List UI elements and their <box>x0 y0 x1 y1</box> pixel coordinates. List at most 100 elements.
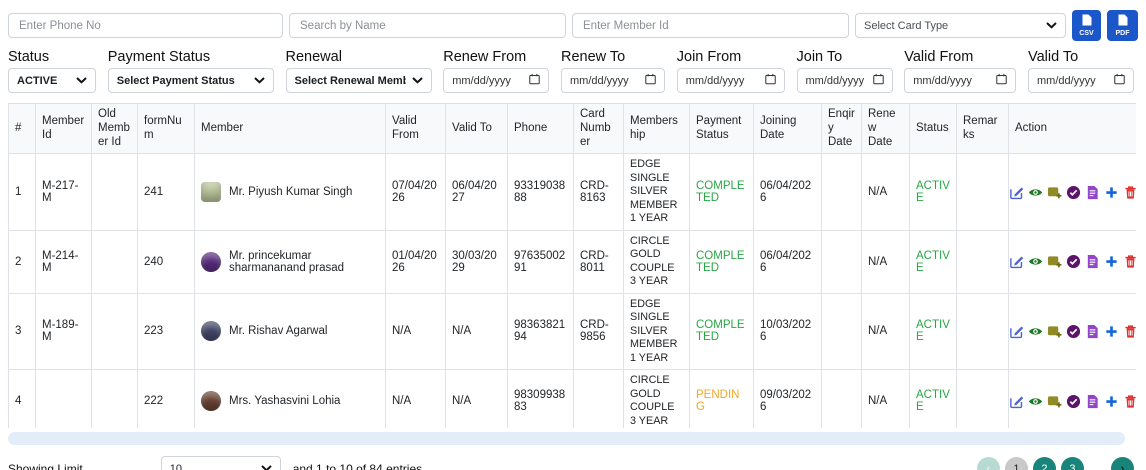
csv-export-button[interactable]: CSV <box>1072 10 1101 41</box>
row-number: 3 <box>9 293 36 369</box>
verified-icon[interactable] <box>1066 185 1081 200</box>
view-icon[interactable] <box>1028 254 1043 269</box>
name-search-input[interactable] <box>289 13 566 38</box>
old-member-id-cell <box>92 154 138 230</box>
valid-to-date-input[interactable]: mm/dd/yyyy <box>1028 68 1134 93</box>
payment-status-select[interactable]: Select Payment Status <box>108 68 274 93</box>
edit-icon[interactable] <box>1009 254 1024 269</box>
column-header: MemberId <box>36 104 92 154</box>
edit-icon[interactable] <box>1009 185 1024 200</box>
pdf-export-button[interactable]: PDF <box>1107 10 1138 41</box>
card-type-select[interactable]: Select Card Type <box>855 13 1066 38</box>
join-from-date-input[interactable]: mm/dd/yyyy <box>677 68 785 93</box>
entries-summary: and 1 to 10 of 84 entries <box>293 462 422 470</box>
payment-status-cell: PENDING <box>690 370 754 428</box>
card-add-icon[interactable] <box>1047 185 1062 200</box>
view-icon[interactable] <box>1028 185 1043 200</box>
pagination-page-1[interactable]: 1 <box>1005 457 1028 470</box>
card-add-icon[interactable] <box>1047 254 1062 269</box>
chevron-down-icon <box>248 75 265 87</box>
card-add-icon[interactable] <box>1047 394 1062 409</box>
pagination-next[interactable]: › <box>1111 457 1134 470</box>
enqiry-date-cell <box>822 293 862 369</box>
delete-icon[interactable] <box>1123 394 1136 409</box>
status-cell: ACTIVE <box>910 154 957 230</box>
verified-icon[interactable] <box>1066 394 1081 409</box>
renew-date-cell: N/A <box>862 370 910 428</box>
join-to-date-input[interactable]: mm/dd/yyyy <box>797 68 893 93</box>
column-header: Renew Date <box>862 104 910 154</box>
renewal-select[interactable]: Select Renewal Members <box>286 68 432 93</box>
status-cell: ACTIVE <box>910 230 957 293</box>
verified-icon[interactable] <box>1066 324 1081 339</box>
status-cell: ACTIVE <box>910 293 957 369</box>
members-table: #MemberIdOld Member IdformNumMemberValid… <box>8 103 1136 428</box>
renew-to-date-input[interactable]: mm/dd/yyyy <box>561 68 665 93</box>
add-icon[interactable] <box>1104 394 1119 409</box>
member-id-cell: M-217-M <box>36 154 92 230</box>
add-icon[interactable] <box>1104 254 1119 269</box>
filter-valid-from: Valid Frommm/dd/yyyy <box>904 49 1016 93</box>
valid-to-cell: N/A <box>446 293 508 369</box>
file-icon <box>1118 14 1128 29</box>
filter-label-join-from: Join From <box>677 49 785 65</box>
edit-icon[interactable] <box>1009 394 1024 409</box>
column-header: formNum <box>138 104 195 154</box>
delete-icon[interactable] <box>1123 254 1136 269</box>
table-row: 4 222 Mrs. Yashasvini Lohia N/A N/A 9830… <box>9 370 1137 428</box>
member-id-cell <box>36 370 92 428</box>
document-icon[interactable] <box>1085 324 1100 339</box>
chevron-down-icon <box>255 463 272 470</box>
valid-from-cell: N/A <box>386 370 446 428</box>
valid-to-cell: N/A <box>446 370 508 428</box>
add-icon[interactable] <box>1104 324 1119 339</box>
table-header-row: #MemberIdOld Member IdformNumMemberValid… <box>9 104 1137 154</box>
member-id-search-input[interactable] <box>572 13 849 38</box>
page-size-select[interactable]: 10 <box>161 456 281 470</box>
filter-label-renew-from: Renew From <box>443 49 549 65</box>
remarks-cell <box>957 293 1009 369</box>
column-header: Valid From <box>386 104 446 154</box>
joining-date-cell: 06/04/2026 <box>754 230 822 293</box>
pagination-page-3[interactable]: 3 <box>1061 457 1084 470</box>
verified-icon[interactable] <box>1066 254 1081 269</box>
document-icon[interactable] <box>1085 185 1100 200</box>
document-icon[interactable] <box>1085 394 1100 409</box>
phone-search-input[interactable] <box>8 13 283 38</box>
payment-status-cell: COMPLETED <box>690 154 754 230</box>
pagination: ‹ 123.... › <box>977 457 1134 470</box>
view-icon[interactable] <box>1028 394 1043 409</box>
valid-to-cell: 30/03/2029 <box>446 230 508 293</box>
column-header: Joining Date <box>754 104 822 154</box>
column-header: Status <box>910 104 957 154</box>
delete-icon[interactable] <box>1123 324 1136 339</box>
avatar <box>201 321 221 341</box>
filter-renew-from: Renew From mm/dd/yyyy <box>443 49 549 93</box>
view-icon[interactable] <box>1028 324 1043 339</box>
calendar-icon <box>765 72 776 90</box>
add-icon[interactable] <box>1104 185 1119 200</box>
pagination-page-2[interactable]: 2 <box>1033 457 1056 470</box>
column-header: Phone <box>508 104 574 154</box>
membership-cell: EDGE SINGLE SILVER MEMBER 1 YEAR <box>624 154 690 230</box>
document-icon[interactable] <box>1085 254 1100 269</box>
member-name: Mrs. Yashasvini Lohia <box>229 395 340 407</box>
membership-cell: EDGE SINGLE SILVER MEMBER 1 YEAR <box>624 293 690 369</box>
renew-date-cell: N/A <box>862 154 910 230</box>
filter-label-join-to: Join To <box>797 49 893 65</box>
status-select[interactable]: ACTIVE <box>8 68 96 93</box>
pagination-ellipsis: .... <box>1090 466 1105 470</box>
card-add-icon[interactable] <box>1047 324 1062 339</box>
delete-icon[interactable] <box>1123 185 1136 200</box>
card-number-cell: CRD-9856 <box>574 293 624 369</box>
table-horizontal-scrollbar[interactable] <box>8 432 1125 445</box>
enqiry-date-cell <box>822 154 862 230</box>
filter-join-from: Join From mm/dd/yyyy <box>677 49 785 93</box>
pagination-prev[interactable]: ‹ <box>977 457 1000 470</box>
edit-icon[interactable] <box>1009 324 1024 339</box>
valid-from-date-input[interactable]: mm/dd/yyyy <box>904 68 1016 93</box>
joining-date-cell: 09/03/2026 <box>754 370 822 428</box>
column-header: Valid To <box>446 104 508 154</box>
advanced-filters: StatusACTIVEPayment StatusSelect Payment… <box>8 49 1134 93</box>
renew-from-date-input[interactable]: mm/dd/yyyy <box>443 68 549 93</box>
